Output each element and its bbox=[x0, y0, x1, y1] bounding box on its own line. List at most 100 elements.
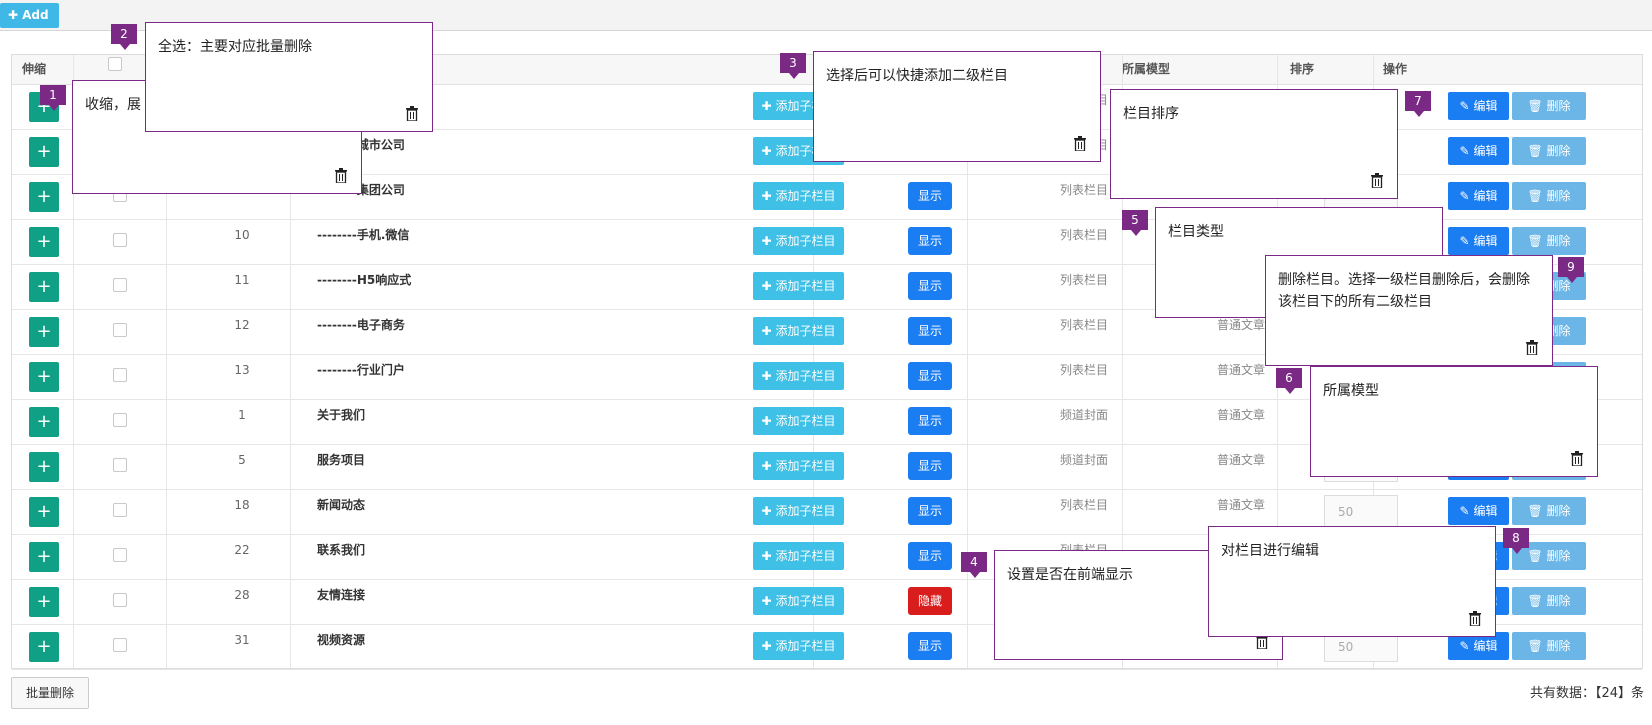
add-sub-button[interactable]: ✚ 添加子栏目 bbox=[753, 632, 844, 660]
delete-button[interactable]: 🗑 删除 bbox=[1512, 632, 1586, 660]
plus-icon: ✚ bbox=[761, 234, 772, 248]
tooltip-text: 所属模型 bbox=[1323, 383, 1379, 399]
expand-button[interactable]: + bbox=[29, 452, 59, 482]
plus-icon: ✚ bbox=[8, 8, 19, 22]
plus-icon: + bbox=[36, 231, 52, 252]
status-button[interactable]: 隐藏 bbox=[908, 587, 952, 615]
status-button[interactable]: 显示 bbox=[908, 362, 952, 390]
select-all-checkbox[interactable] bbox=[108, 57, 122, 71]
row-id: 11 bbox=[234, 273, 250, 287]
header-expand: 伸缩 bbox=[22, 62, 47, 76]
edit-button[interactable]: ✎ 编辑 bbox=[1448, 182, 1509, 210]
expand-button[interactable]: + bbox=[29, 137, 59, 167]
trash-icon[interactable] bbox=[335, 168, 347, 183]
edit-label: 编辑 bbox=[1473, 504, 1498, 518]
add-sub-button[interactable]: ✚ 添加子栏目 bbox=[753, 497, 844, 525]
trash-icon[interactable] bbox=[1526, 340, 1538, 355]
plus-icon: ✚ bbox=[761, 189, 772, 203]
tooltip-text: 对栏目进行编辑 bbox=[1221, 543, 1319, 559]
delete-button[interactable]: 🗑 删除 bbox=[1512, 227, 1586, 255]
edit-icon: ✎ bbox=[1459, 144, 1470, 158]
expand-button[interactable]: + bbox=[29, 272, 59, 302]
row-checkbox[interactable] bbox=[113, 548, 127, 562]
step-badge: 8 bbox=[1503, 528, 1529, 554]
row-name: 新闻动态 bbox=[317, 498, 366, 512]
add-sub-button[interactable]: ✚ 添加子栏目 bbox=[753, 362, 844, 390]
batch-delete-button[interactable]: 批量删除 bbox=[11, 677, 89, 709]
edit-button[interactable]: ✎ 编辑 bbox=[1448, 92, 1509, 120]
status-button[interactable]: 显示 bbox=[908, 317, 952, 345]
add-button[interactable]: ✚ Add bbox=[0, 3, 59, 28]
row-id: 13 bbox=[234, 363, 250, 377]
trash-icon[interactable] bbox=[1074, 136, 1086, 151]
edit-button[interactable]: ✎ 编辑 bbox=[1448, 137, 1509, 165]
add-sub-button[interactable]: ✚ 添加子栏目 bbox=[753, 317, 844, 345]
add-sub-button[interactable]: ✚ 添加子栏目 bbox=[753, 452, 844, 480]
trash-icon: 🗑 bbox=[1527, 234, 1543, 248]
row-name: 视频资源 bbox=[317, 633, 366, 647]
delete-button[interactable]: 🗑 删除 bbox=[1512, 587, 1586, 615]
trash-icon: 🗑 bbox=[1527, 594, 1543, 608]
delete-button[interactable]: 🗑 删除 bbox=[1512, 497, 1586, 525]
edit-button[interactable]: ✎ 编辑 bbox=[1448, 497, 1509, 525]
plus-icon: + bbox=[36, 591, 52, 612]
expand-button[interactable]: + bbox=[29, 317, 59, 347]
add-sub-button[interactable]: ✚ 添加子栏目 bbox=[753, 587, 844, 615]
status-button[interactable]: 显示 bbox=[908, 542, 952, 570]
status-button[interactable]: 显示 bbox=[908, 182, 952, 210]
add-sub-button[interactable]: ✚ 添加子栏目 bbox=[753, 542, 844, 570]
row-id: 12 bbox=[234, 318, 250, 332]
expand-button[interactable]: + bbox=[29, 497, 59, 527]
delete-button[interactable]: 🗑 删除 bbox=[1512, 92, 1586, 120]
expand-button[interactable]: + bbox=[29, 362, 59, 392]
add-sub-button[interactable]: ✚ 添加子栏目 bbox=[753, 182, 844, 210]
row-checkbox[interactable] bbox=[113, 638, 127, 652]
add-sub-label: 添加子栏目 bbox=[775, 189, 836, 203]
row-checkbox[interactable] bbox=[113, 413, 127, 427]
tooltip-edit: 对栏目进行编辑 bbox=[1208, 526, 1496, 637]
row-checkbox[interactable] bbox=[113, 593, 127, 607]
delete-button[interactable]: 🗑 删除 bbox=[1512, 137, 1586, 165]
delete-label: 删除 bbox=[1546, 144, 1571, 158]
trash-icon[interactable] bbox=[1571, 451, 1583, 466]
status-button[interactable]: 显示 bbox=[908, 452, 952, 480]
edit-icon: ✎ bbox=[1459, 99, 1470, 113]
trash-icon[interactable] bbox=[1371, 173, 1383, 188]
expand-button[interactable]: + bbox=[29, 407, 59, 437]
expand-button[interactable]: + bbox=[29, 542, 59, 572]
row-checkbox[interactable] bbox=[113, 233, 127, 247]
plus-icon: ✚ bbox=[761, 279, 772, 293]
row-model: 普通文章 bbox=[1217, 408, 1266, 422]
add-sub-button[interactable]: ✚ 添加子栏目 bbox=[753, 272, 844, 300]
row-name: 联系我们 bbox=[317, 543, 366, 557]
sort-input[interactable]: 50 bbox=[1324, 495, 1398, 527]
edit-button[interactable]: ✎ 编辑 bbox=[1448, 227, 1509, 255]
add-sub-button[interactable]: ✚ 添加子栏目 bbox=[753, 227, 844, 255]
status-button[interactable]: 显示 bbox=[908, 272, 952, 300]
row-type: 频道封面 bbox=[1060, 408, 1109, 422]
plus-icon: ✚ bbox=[761, 324, 772, 338]
trash-icon[interactable] bbox=[1469, 611, 1481, 626]
add-sub-label: 添加子栏目 bbox=[775, 234, 836, 248]
expand-button[interactable]: + bbox=[29, 632, 59, 662]
expand-button[interactable]: + bbox=[29, 182, 59, 212]
tooltip-text: 选择后可以快捷添加二级栏目 bbox=[826, 68, 1008, 84]
row-checkbox[interactable] bbox=[113, 323, 127, 337]
plus-icon: + bbox=[36, 456, 52, 477]
trash-icon[interactable] bbox=[406, 106, 418, 121]
delete-button[interactable]: 🗑 删除 bbox=[1512, 182, 1586, 210]
row-checkbox[interactable] bbox=[113, 458, 127, 472]
status-button[interactable]: 显示 bbox=[908, 632, 952, 660]
add-sub-button[interactable]: ✚ 添加子栏目 bbox=[753, 407, 844, 435]
expand-button[interactable]: + bbox=[29, 227, 59, 257]
status-button[interactable]: 显示 bbox=[908, 227, 952, 255]
expand-button[interactable]: + bbox=[29, 587, 59, 617]
status-button[interactable]: 显示 bbox=[908, 497, 952, 525]
row-checkbox[interactable] bbox=[113, 278, 127, 292]
add-sub-label: 添加子栏目 bbox=[775, 504, 836, 518]
row-checkbox[interactable] bbox=[113, 503, 127, 517]
row-id: 31 bbox=[234, 633, 250, 647]
status-button[interactable]: 显示 bbox=[908, 407, 952, 435]
row-checkbox[interactable] bbox=[113, 368, 127, 382]
row-type: 列表栏目 bbox=[1060, 228, 1109, 242]
